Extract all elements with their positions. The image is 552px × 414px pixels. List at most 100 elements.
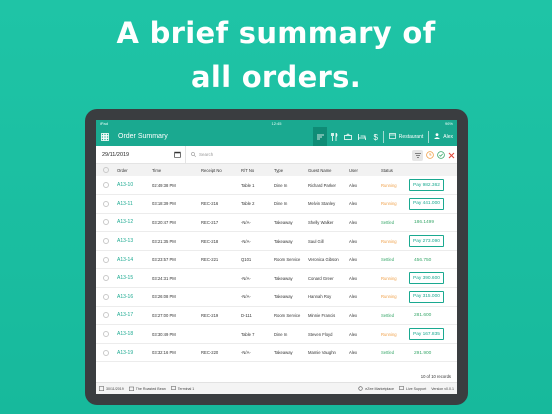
table-row[interactable]: A13-15 03:24:31 PM -N/A- Takeaway Conard Gre… <box>96 268 457 289</box>
row-checkbox[interactable] <box>103 331 109 338</box>
guest-name: Minnie Francis <box>305 306 346 326</box>
guest-name: Veronica Gibson <box>305 250 346 270</box>
svg-text:$: $ <box>374 133 379 141</box>
order-user: Alex <box>346 287 378 307</box>
date-value: 29/11/2019 <box>102 151 130 158</box>
order-id[interactable]: A13-15 <box>114 268 149 289</box>
order-id[interactable]: A13-16 <box>114 287 149 307</box>
support-label: Live Support <box>406 386 427 391</box>
footer-date-group: 30/11/2019 <box>99 385 124 392</box>
row-checkbox[interactable] <box>103 200 109 207</box>
table-row[interactable]: A13-12 03:20:47 PM REC-217 -N/A- Takeaway She… <box>96 213 457 233</box>
row-checkbox[interactable] <box>103 256 109 263</box>
row-checkbox[interactable] <box>103 275 109 282</box>
table-row[interactable]: A13-18 03:30:49 PM Table 7 Dine In Steven Fl… <box>96 324 457 344</box>
menu-icon[interactable] <box>327 127 341 146</box>
pay-button[interactable]: Pay 167.835 <box>409 328 444 341</box>
guest-name: Conard Greer <box>305 268 346 289</box>
settled-amount: 186.1499 <box>414 220 435 226</box>
order-time: 03:26:08 PM <box>149 287 198 307</box>
row-action: Pay 167.835 <box>406 324 457 344</box>
store-icon[interactable] <box>388 132 396 141</box>
order-id[interactable]: A13-14 <box>114 250 149 270</box>
row-checkbox[interactable] <box>103 238 109 245</box>
table-row[interactable]: A13-14 03:23:57 PM REC-221 Q101 Room Service… <box>96 250 457 270</box>
filter-bar: 29/11/2019 Search <box>96 145 457 164</box>
order-user: Alex <box>346 194 378 214</box>
user-label[interactable]: Alex <box>443 134 453 140</box>
footer-terminal-group: Terminal 1 <box>170 385 194 392</box>
pay-button[interactable]: Pay 315.000 <box>409 290 444 303</box>
table-row[interactable]: A13-17 03:27:00 PM REC-219 D-111 Room Servic… <box>96 306 457 326</box>
calendar-icon[interactable] <box>174 151 181 160</box>
order-user: Alex <box>346 343 378 363</box>
bed-icon[interactable] <box>355 127 369 146</box>
apps-grid-icon[interactable] <box>96 127 114 146</box>
guest-name: Mamie Vaughn <box>305 343 346 363</box>
row-checkbox[interactable] <box>103 219 109 226</box>
table-row[interactable]: A13-11 03:18:39 PM REC-216 Table 2 Dine In Me… <box>96 194 457 214</box>
search-placeholder: Search <box>199 152 214 157</box>
row-checkbox[interactable] <box>103 182 109 189</box>
bag-icon[interactable] <box>341 127 355 146</box>
order-time: 03:24:31 PM <box>149 268 198 289</box>
order-id[interactable]: A13-11 <box>114 194 149 214</box>
order-id[interactable]: A13-18 <box>114 324 149 344</box>
header-guest: Guest Name <box>305 164 346 176</box>
list-icon[interactable] <box>313 127 327 146</box>
order-user: Alex <box>346 324 378 344</box>
module-icons: $ <box>313 127 383 146</box>
header-time: Time <box>149 164 198 176</box>
table-row[interactable]: A13-16 03:26:08 PM -N/A- Takeaway Hannah Roy… <box>96 287 457 307</box>
user-icon[interactable] <box>434 132 441 141</box>
rt-no: -N/A- <box>238 343 271 363</box>
table-row[interactable]: A13-19 03:32:16 PM REC-220 -N/A- Takeaway Mam… <box>96 343 457 363</box>
pay-button[interactable]: Pay 982.362 <box>409 179 444 192</box>
order-id[interactable]: A13-13 <box>114 231 149 251</box>
order-type: Takeaway <box>271 343 305 363</box>
row-action: 291.900 <box>406 343 457 363</box>
table-header-row: Order Time Receipt No R/T No Type Guest … <box>96 164 457 176</box>
order-time: 03:23:57 PM <box>149 250 198 270</box>
select-all-checkbox[interactable] <box>103 167 109 173</box>
footer-right: eZee Marketplace Live Support Version v0… <box>358 386 454 391</box>
order-type: Takeaway <box>271 231 305 251</box>
row-select <box>96 213 114 233</box>
row-select <box>96 306 114 326</box>
row-checkbox[interactable] <box>103 293 109 300</box>
order-id[interactable]: A13-19 <box>114 343 149 363</box>
order-user: Alex <box>346 213 378 233</box>
status-badge: Settled <box>378 306 406 326</box>
status-badge: Settled <box>378 250 406 270</box>
pay-button[interactable]: Pay 273.090 <box>409 235 444 248</box>
clock-icon[interactable] <box>426 146 434 164</box>
rt-no: Table 1 <box>238 176 271 196</box>
order-time: 03:27:00 PM <box>149 306 198 326</box>
pay-button[interactable]: Pay 441.000 <box>409 197 444 210</box>
row-checkbox[interactable] <box>103 349 109 356</box>
support-link[interactable]: Live Support <box>399 386 426 391</box>
rt-no: Table 2 <box>238 194 271 214</box>
check-circle-icon[interactable] <box>437 146 445 164</box>
guest-name: Melvin Stanley <box>305 194 346 214</box>
date-picker[interactable]: 29/11/2019 <box>96 145 186 164</box>
row-select <box>96 231 114 251</box>
sort-icon[interactable] <box>412 149 423 161</box>
receipt-no <box>198 287 238 307</box>
pay-button[interactable]: Pay 390.600 <box>409 272 444 285</box>
venue-label[interactable]: Restaurant <box>399 134 423 140</box>
order-id[interactable]: A13-12 <box>114 213 149 233</box>
header-select <box>96 164 114 176</box>
receipt-no: REC-220 <box>198 343 238 363</box>
row-action: Pay 982.362 <box>406 176 457 196</box>
row-checkbox[interactable] <box>103 312 109 319</box>
terminal-icon <box>170 385 176 392</box>
close-icon[interactable] <box>448 146 455 164</box>
row-action: Pay 390.600 <box>406 268 457 289</box>
order-id[interactable]: A13-17 <box>114 306 149 326</box>
marketplace-link[interactable]: eZee Marketplace <box>358 386 394 391</box>
version-label: Version v0.0.1 <box>431 386 454 391</box>
order-id[interactable]: A13-10 <box>114 176 149 196</box>
table-row[interactable]: A13-10 02:49:38 PM Table 1 Dine In Richard P… <box>96 176 457 196</box>
table-row[interactable]: A13-13 03:21:35 PM REC-218 -N/A- Takeaway Sau… <box>96 231 457 251</box>
